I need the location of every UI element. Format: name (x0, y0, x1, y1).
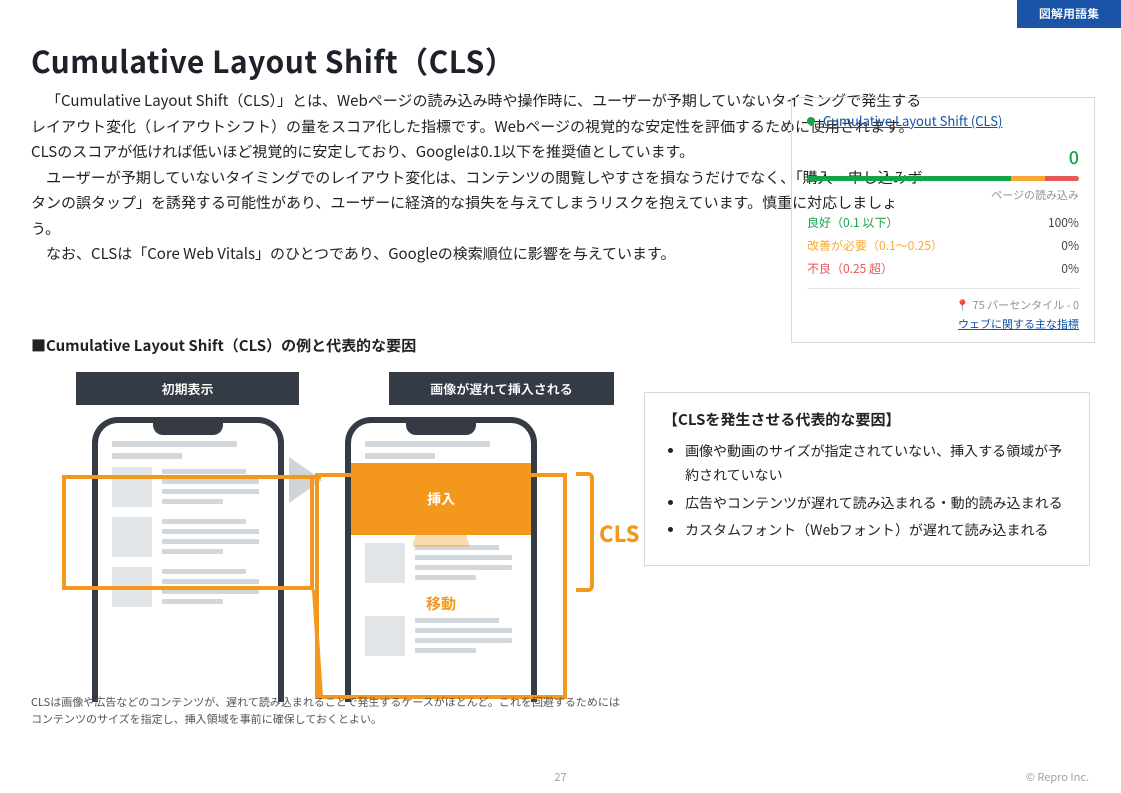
metric-bar (807, 176, 1079, 181)
arrow-right-icon (289, 457, 322, 503)
cls-diagram: 初期表示 画像が遅れて挿入される 挿入 移動 (31, 372, 623, 712)
section-heading: ■Cumulative Layout Shift（CLS）の例と代表的な要因 (31, 335, 416, 356)
status-dot-icon (807, 117, 815, 125)
metric-title-text: Cumulative Layout Shift (CLS) (823, 111, 1002, 130)
phone-after: 挿入 移動 (345, 417, 537, 702)
causes-list: 画像や動画のサイズが指定されていない、挿入する領域が予約されていない広告やコンテ… (663, 440, 1071, 543)
metric-xaxis: ページの読み込み (807, 187, 1079, 203)
metric-score: 0 (807, 144, 1079, 170)
cls-bracket (576, 472, 594, 592)
pin-icon: 📍 (956, 297, 970, 313)
metric-percentile: 📍75 パーセンタイル - 0 (807, 288, 1079, 313)
category-badge: 図解用語集 (1017, 0, 1121, 28)
cls-label: CLS (599, 517, 640, 549)
metric-row: 不良（0.25 超）0% (807, 257, 1079, 280)
inserted-block: 挿入 (351, 463, 531, 535)
diagram-caption: CLSは画像や広告などのコンテンツが、遅れて読み込まれることで発生するケースがほ… (31, 694, 623, 728)
causes-box: 【CLSを発生させる代表的な要因】 画像や動画のサイズが指定されていない、挿入す… (644, 392, 1090, 566)
cause-item: カスタムフォント（Webフォント）が遅れて読み込まれる (685, 519, 1071, 543)
causes-heading: 【CLSを発生させる代表的な要因】 (663, 409, 1071, 430)
metric-title[interactable]: Cumulative Layout Shift (CLS) (807, 111, 1079, 130)
page-number: 27 (554, 769, 566, 785)
metric-row: 良好（0.1 以下）100% (807, 211, 1079, 234)
metric-row: 改善が必要（0.1～0.25）0% (807, 234, 1079, 257)
cause-item: 画像や動画のサイズが指定されていない、挿入する領域が予約されていない (685, 440, 1071, 488)
phone-before (92, 417, 284, 702)
metric-web-vitals-link[interactable]: ウェブに関する主な指標 (807, 316, 1079, 332)
cause-item: 広告やコンテンツが遅れて読み込まれる・動的読み込まれる (685, 492, 1071, 516)
diagram-label-after: 画像が遅れて挿入される (389, 372, 614, 405)
move-label: 移動 (365, 593, 517, 614)
page-title: Cumulative Layout Shift（CLS） (31, 38, 515, 82)
copyright: © Repro Inc. (1026, 769, 1089, 785)
diagram-label-initial: 初期表示 (76, 372, 299, 405)
cls-metric-card: Cumulative Layout Shift (CLS) 0 ページの読み込み… (791, 97, 1095, 343)
